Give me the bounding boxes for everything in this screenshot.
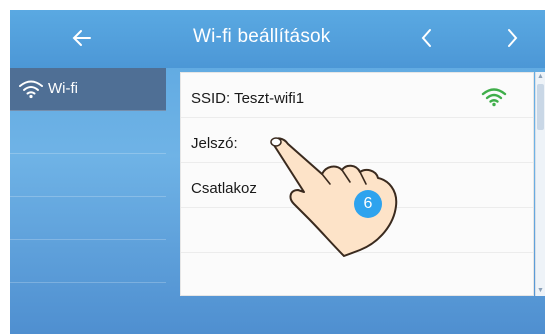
ssid-row[interactable]: SSID: Teszt-wifi1	[181, 73, 533, 118]
sidebar-item-label: Wi-fi	[48, 80, 78, 97]
sidebar-empty-slot	[10, 197, 166, 240]
step-badge: 6	[354, 190, 382, 218]
password-label: Jelszó:	[191, 135, 238, 152]
sidebar-empty-slot	[10, 111, 166, 154]
chevron-right-icon	[508, 29, 518, 47]
scroll-down-icon[interactable]: ▼	[537, 287, 544, 295]
scrollbar[interactable]: ▲ ▼	[535, 72, 545, 296]
header-bar: Wi-fi beállítások	[10, 10, 545, 68]
sidebar-empty-slot	[10, 240, 166, 283]
wifi-signal-icon	[481, 88, 507, 107]
wifi-icon	[19, 80, 43, 99]
sidebar: Wi-fi	[10, 68, 166, 334]
arrow-left-icon	[72, 30, 91, 46]
device-screen: Wi-fi beállítások Wi-fi SSID: Teszt-wifi…	[10, 10, 545, 334]
scroll-thumb[interactable]	[537, 84, 544, 130]
scroll-up-icon[interactable]: ▲	[537, 73, 544, 81]
back-button[interactable]	[68, 24, 96, 52]
chevron-left-icon	[421, 29, 431, 47]
prev-page-button[interactable]	[415, 24, 439, 52]
page-title: Wi-fi beállítások	[193, 26, 331, 47]
sidebar-item-wifi[interactable]: Wi-fi	[10, 68, 166, 111]
ssid-label: SSID: Teszt-wifi1	[191, 90, 305, 107]
sidebar-empty-slot	[10, 154, 166, 197]
pointing-hand-icon	[270, 137, 398, 257]
next-page-button[interactable]	[500, 24, 524, 52]
